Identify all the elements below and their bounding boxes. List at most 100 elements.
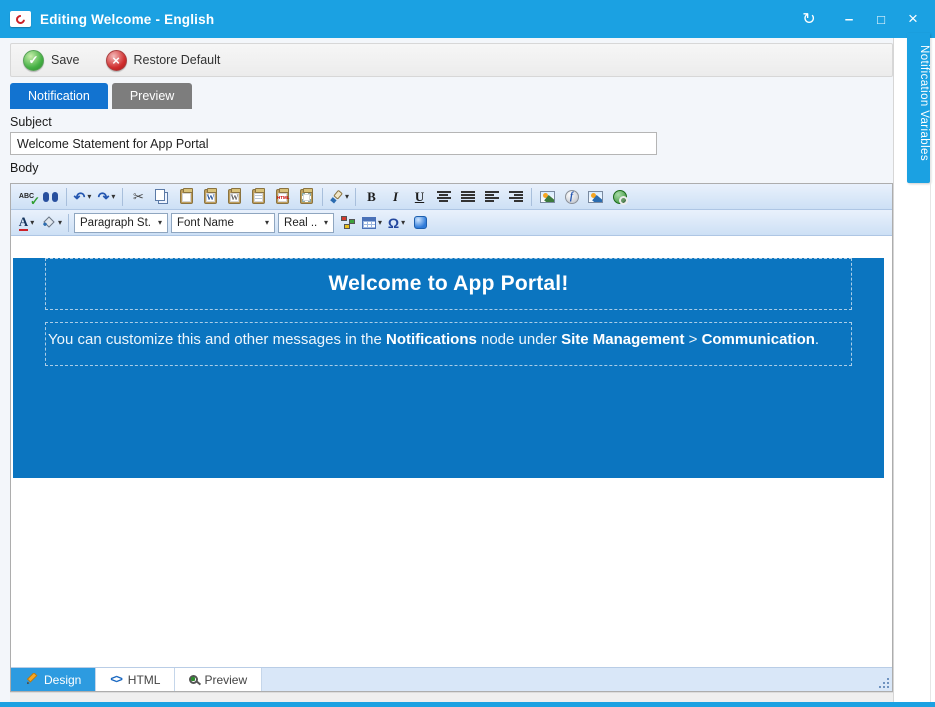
scissors-icon: ✂ — [133, 189, 144, 205]
toolbar-separator — [68, 214, 69, 232]
app-portal-logo-icon — [10, 11, 31, 27]
minimize-icon: – — [845, 11, 853, 28]
window-bottom-strip — [10, 692, 893, 702]
paragraph-style-select[interactable]: Paragraph St...▾ — [74, 213, 168, 233]
paste-html-icon: HTML — [276, 189, 289, 204]
bold-icon: B — [367, 190, 376, 203]
flash-manager-button[interactable]: f — [560, 186, 583, 208]
foreground-color-button[interactable]: A▾ — [15, 212, 38, 234]
window-title: Editing Welcome - English — [40, 12, 793, 27]
tab-preview-mode[interactable]: Preview — [175, 668, 262, 691]
editor-toolbar-row2: A▾ ▾ Paragraph St...▾ Font Name▾ Real ..… — [11, 210, 892, 236]
dropdown-arrow-icon: ▾ — [318, 219, 328, 227]
resize-grip[interactable] — [878, 677, 889, 688]
paste-from-word-strip-font-button[interactable]: W — [223, 186, 246, 208]
dropdown-arrow-icon: ▾ — [401, 219, 405, 227]
tab-preview[interactable]: Preview — [112, 83, 192, 109]
align-center-button[interactable] — [432, 186, 455, 208]
command-bar: ✓ Save × Restore Default — [10, 43, 893, 77]
align-right-button[interactable] — [504, 186, 527, 208]
maximize-icon: □ — [877, 12, 885, 27]
save-button-label: Save — [51, 53, 80, 67]
tab-html[interactable]: <> HTML — [96, 668, 175, 691]
insert-symbol-button[interactable]: Ω▾ — [385, 212, 408, 234]
notification-variables-tab[interactable]: Notification Variables — [907, 33, 930, 183]
subject-input[interactable] — [10, 132, 657, 155]
close-button[interactable]: × — [897, 4, 929, 34]
close-icon: × — [908, 9, 918, 29]
email-heading-block[interactable]: Welcome to App Portal! — [45, 258, 852, 310]
image-map-icon — [588, 191, 603, 203]
align-left-button[interactable] — [480, 186, 503, 208]
dropdown-arrow-icon: ▾ — [58, 219, 62, 227]
restore-default-button[interactable]: × Restore Default — [106, 50, 221, 71]
underline-icon: U — [415, 190, 424, 203]
dropdown-arrow-icon: ▾ — [111, 193, 115, 201]
email-body-background[interactable]: Welcome to App Portal! You can customize… — [13, 258, 884, 478]
pencil-icon — [25, 673, 38, 686]
font-name-select[interactable]: Font Name▾ — [171, 213, 275, 233]
insert-table-button[interactable]: ▾ — [360, 212, 384, 234]
title-bar: Editing Welcome - English ↻ – □ × — [0, 0, 935, 38]
paste-icon — [180, 189, 193, 204]
omega-icon: Ω — [388, 216, 399, 230]
bold-button[interactable]: B — [360, 186, 383, 208]
right-panel-gutter: Notification Variables — [893, 38, 935, 702]
image-manager-button[interactable] — [536, 186, 559, 208]
paste-as-html-button[interactable]: HTML — [271, 186, 294, 208]
save-button[interactable]: ✓ Save — [23, 50, 80, 71]
copy-button[interactable] — [151, 186, 174, 208]
format-painter-icon — [329, 190, 343, 204]
paste-from-word-button[interactable]: W — [199, 186, 222, 208]
body-label: Body — [10, 161, 893, 175]
cut-button[interactable]: ✂ — [127, 186, 150, 208]
minimize-button[interactable]: – — [833, 4, 865, 34]
paste-button[interactable] — [175, 186, 198, 208]
rich-text-editor: ABC✓ ↶▾ ↷▾ ✂ W W HTML — [10, 183, 893, 692]
tab-notification[interactable]: Notification — [10, 83, 108, 109]
table-icon — [362, 217, 376, 229]
image-map-editor-button[interactable] — [584, 186, 607, 208]
module-icon — [414, 216, 427, 229]
dropdown-arrow-icon: ▾ — [87, 193, 91, 201]
underline-button[interactable]: U — [408, 186, 431, 208]
italic-button[interactable]: I — [384, 186, 407, 208]
find-button[interactable] — [39, 186, 62, 208]
dropdown-arrow-icon: ▾ — [378, 219, 382, 227]
maximize-button[interactable]: □ — [865, 4, 897, 34]
spellcheck-button[interactable]: ABC✓ — [15, 186, 38, 208]
font-color-icon: A — [19, 215, 28, 231]
paste-markup-button[interactable] — [295, 186, 318, 208]
subject-label: Subject — [10, 115, 893, 129]
paste-plain-icon — [252, 189, 265, 204]
align-left-icon — [485, 191, 499, 202]
module-manager-button[interactable] — [409, 212, 432, 234]
paste-markup-icon — [300, 189, 313, 204]
flash-icon: f — [565, 190, 579, 204]
undo-icon: ↶ — [74, 190, 86, 204]
editor-canvas[interactable]: Welcome to App Portal! You can customize… — [11, 236, 892, 667]
format-painter-button[interactable]: ▾ — [327, 186, 351, 208]
hyperlink-manager-button[interactable] — [608, 186, 631, 208]
dropdown-arrow-icon: ▾ — [345, 193, 349, 201]
redo-button[interactable]: ↷▾ — [95, 186, 118, 208]
undo-button[interactable]: ↶▾ — [71, 186, 94, 208]
tab-design[interactable]: Design — [11, 668, 96, 691]
binoculars-icon — [43, 192, 58, 202]
font-size-select[interactable]: Real ...▾ — [278, 213, 334, 233]
paste-plain-text-button[interactable] — [247, 186, 270, 208]
email-heading-text: Welcome to App Portal! — [328, 272, 568, 296]
copy-icon — [155, 189, 165, 201]
paste-word-icon: W — [204, 189, 217, 204]
restore-x-icon: × — [106, 50, 127, 71]
save-check-icon: ✓ — [23, 50, 44, 71]
justify-icon — [461, 191, 475, 202]
background-color-button[interactable]: ▾ — [39, 212, 64, 234]
justify-button[interactable] — [456, 186, 479, 208]
email-message-block[interactable]: You can customize this and other message… — [45, 322, 852, 366]
insert-snippet-button[interactable] — [336, 212, 359, 234]
refresh-button[interactable]: ↻ — [793, 4, 825, 34]
email-message-text: You can customize this and other message… — [48, 330, 847, 350]
dropdown-arrow-icon: ▾ — [259, 219, 269, 227]
toolbar-separator — [531, 188, 532, 206]
